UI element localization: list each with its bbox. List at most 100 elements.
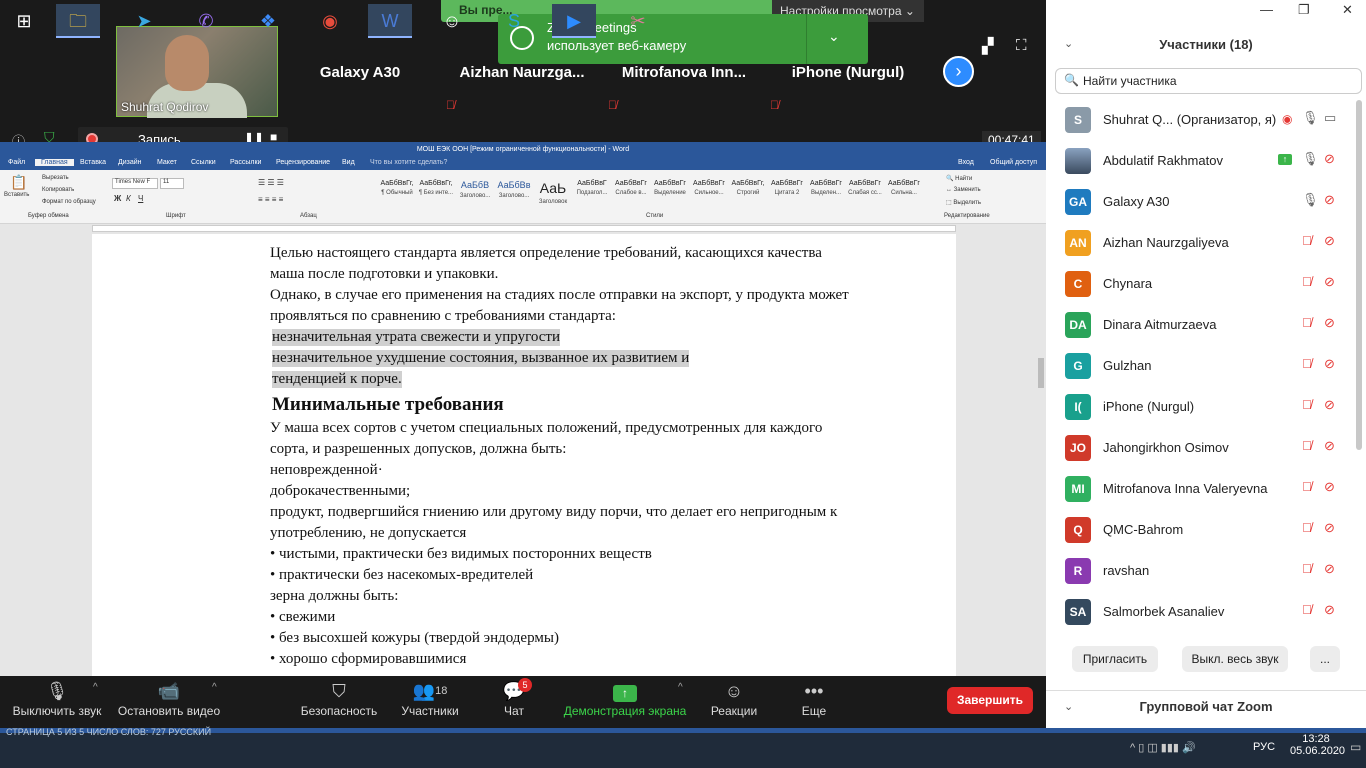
self-video-tile[interactable]: Shuhrat Qodirov [116,26,278,118]
format-painter-button[interactable]: Формат по образцу [42,199,96,205]
skype-icon[interactable]: S [492,4,536,38]
participant-row[interactable]: Q QMC-Bahrom 🎙̸ ⊘ [1046,510,1354,551]
video-off-icon[interactable]: ⊘ [1324,561,1335,577]
font-name-box[interactable]: Times New F [112,178,158,189]
video-icon[interactable]: ▭ [1324,110,1336,126]
video-off-icon[interactable]: ⊘ [1324,151,1335,167]
participant-row[interactable]: G Gulzhan 🎙̸ ⊘ [1046,346,1354,387]
tab-insert[interactable]: Вставка [80,159,106,166]
close-icon[interactable]: ✕ [1342,2,1353,18]
dropbox-icon[interactable]: ❖ [246,4,290,38]
style-item[interactable]: АаБбВвГг, ¶ Обычный [378,180,416,208]
mic-muted-icon[interactable]: 🎙̸ [1302,356,1312,371]
start-icon[interactable]: ⊞ [2,4,46,38]
panel-scrollbar[interactable] [1356,100,1362,450]
scroll-thumb[interactable] [1038,358,1044,388]
microphone-icon[interactable]: 🎙 [1302,110,1319,126]
zoom-icon[interactable]: ▶ [552,4,596,38]
style-item[interactable]: АаБбВв Заголово... [495,180,533,208]
style-item[interactable]: АаБбВвГг, ¶ Без инте... [417,180,455,208]
mute-button[interactable]: 🎙 Выключить звук ^ [8,676,106,728]
participant-row[interactable]: DA Dinara Aitmurzaeva 🎙̸ ⊘ [1046,305,1354,346]
participants-button[interactable]: 👥18 Участники [398,676,462,728]
find-button[interactable]: 🔍 Найти [946,175,972,182]
notification-icon[interactable]: ▭ [1350,740,1361,754]
stop-video-button[interactable]: 📹 Остановить видео ^ [116,676,222,728]
mic-muted-icon[interactable]: 🎙̸ [1302,479,1312,494]
share-link[interactable]: Общий доступ [990,159,1037,166]
chevron-up-icon[interactable]: ^ [678,682,683,693]
bold-icon[interactable]: Ж [114,194,121,203]
participant-row[interactable]: Rravshan 🎙̸ ⊘ [1046,551,1354,592]
list-icon[interactable]: ☰ ☰ ☰ [258,178,284,187]
share-screen-button[interactable]: ↑ Демонстрация экрана ^ [560,676,690,728]
mute-all-button[interactable]: Выкл. весь звук [1182,646,1288,672]
viber-icon[interactable]: ✆ [184,4,228,38]
chrome-icon[interactable]: ◉ [308,4,352,38]
invite-button[interactable]: Пригласить [1072,646,1158,672]
mic-muted-icon[interactable]: 🎙̸ [1302,561,1312,576]
participant-row[interactable]: Abdulatif Rakhmatov ↑ 🎙 ⊘ [1046,141,1354,182]
style-item[interactable]: АаБбВвГг Слабая сс... [846,180,884,208]
snip-icon[interactable]: ✂ [616,4,660,38]
chat-button[interactable]: 💬 Чат 5 [496,676,532,728]
video-off-icon[interactable]: ⊘ [1324,192,1335,208]
panel-more-button[interactable]: ... [1310,646,1340,672]
tab-file[interactable]: Файл [8,159,25,166]
participant-row[interactable]: S Shuhrat Q... (Организатор, я) ◉ 🎙 ▭ [1046,100,1354,141]
mic-muted-icon[interactable]: 🎙̸ [1302,233,1312,248]
style-item[interactable]: АаБбВвГ Подзагол... [573,180,611,208]
security-button[interactable]: ⛉ Безопасность [298,676,380,728]
face-icon[interactable]: ☺ [430,4,474,38]
end-meeting-button[interactable]: Завершить [947,687,1033,714]
video-off-icon[interactable]: ⊘ [1324,520,1335,536]
style-item[interactable]: АаБбВвГг, Строгий [729,180,767,208]
minimize-icon[interactable]: — [1260,2,1273,17]
replace-button[interactable]: ↔ Заменить [946,187,981,193]
tab-mailings[interactable]: Рассылки [230,159,261,166]
paste-icon[interactable]: 📋 [10,174,27,191]
mic-muted-icon[interactable]: 🎙̸ [1302,438,1312,453]
chevron-up-icon[interactable]: ^ [93,682,98,693]
copy-button[interactable]: Копировать [42,187,74,193]
tell-me-box[interactable]: Что вы хотите сделать? [370,159,447,166]
tab-layout[interactable]: Макет [157,159,177,166]
participant-search[interactable]: 🔍 Найти участника [1055,68,1362,94]
participant-row[interactable]: SA Salmorbek Asanaliev 🎙̸ ⊘ [1046,592,1354,633]
microphone-icon[interactable]: 🎙 [1302,192,1319,208]
chat-header[interactable]: ⌄ Групповой чат Zoom [1046,690,1366,722]
tab-view[interactable]: Вид [342,159,355,166]
tab-references[interactable]: Ссылки [191,159,216,166]
style-item[interactable]: АаБбВвГг Сильное... [690,180,728,208]
video-off-icon[interactable]: ⊘ [1324,315,1335,331]
gallery-view-icon[interactable]: ▞ [982,37,994,55]
participant-row[interactable]: AN Aizhan Naurzgaliyeva 🎙̸ ⊘ [1046,223,1354,264]
reactions-button[interactable]: ☺ Реакции [708,676,760,728]
mic-muted-icon[interactable]: 🎙̸ [1302,397,1312,412]
paste-label[interactable]: Вставить [4,192,29,198]
video-tile[interactable]: Galaxy A30 [280,26,440,118]
participant-row[interactable]: GA Galaxy A30 🎙 ⊘ [1046,182,1354,223]
tray-icons[interactable]: ^ ▯ ◫ ▮▮▮ 🔊 [1130,741,1196,754]
signin-link[interactable]: Вход [958,159,974,166]
video-off-icon[interactable]: ⊘ [1324,438,1335,454]
style-item[interactable]: АаЬ Заголовок [534,180,572,208]
more-button[interactable]: ••• Еще [796,676,832,728]
video-off-icon[interactable]: ⊘ [1324,274,1335,290]
cut-button[interactable]: Вырезать [42,175,69,181]
underline-icon[interactable]: Ч [138,194,143,203]
video-off-icon[interactable]: ⊘ [1324,233,1335,249]
align-icon[interactable]: ≡ ≡ ≡ ≡ [258,195,283,204]
mic-muted-icon[interactable]: 🎙̸ [1302,602,1312,617]
microphone-icon[interactable]: 🎙 [1302,151,1319,167]
chevron-up-icon[interactable]: ^ [212,682,217,693]
tab-design[interactable]: Дизайн [118,159,142,166]
mic-muted-icon[interactable]: 🎙̸ [1302,274,1312,289]
document-scrollbar[interactable] [1036,234,1046,676]
style-item[interactable]: АаБбВвГг Цитата 2 [768,180,806,208]
word-icon[interactable]: W [368,4,412,38]
explorer-icon[interactable]: 🗀 [56,4,100,38]
style-item[interactable]: АаБбВвГг Выделен... [807,180,845,208]
video-off-icon[interactable]: ⊘ [1324,356,1335,372]
participant-row[interactable]: JO Jahongirkhon Osimov 🎙̸ ⊘ [1046,428,1354,469]
